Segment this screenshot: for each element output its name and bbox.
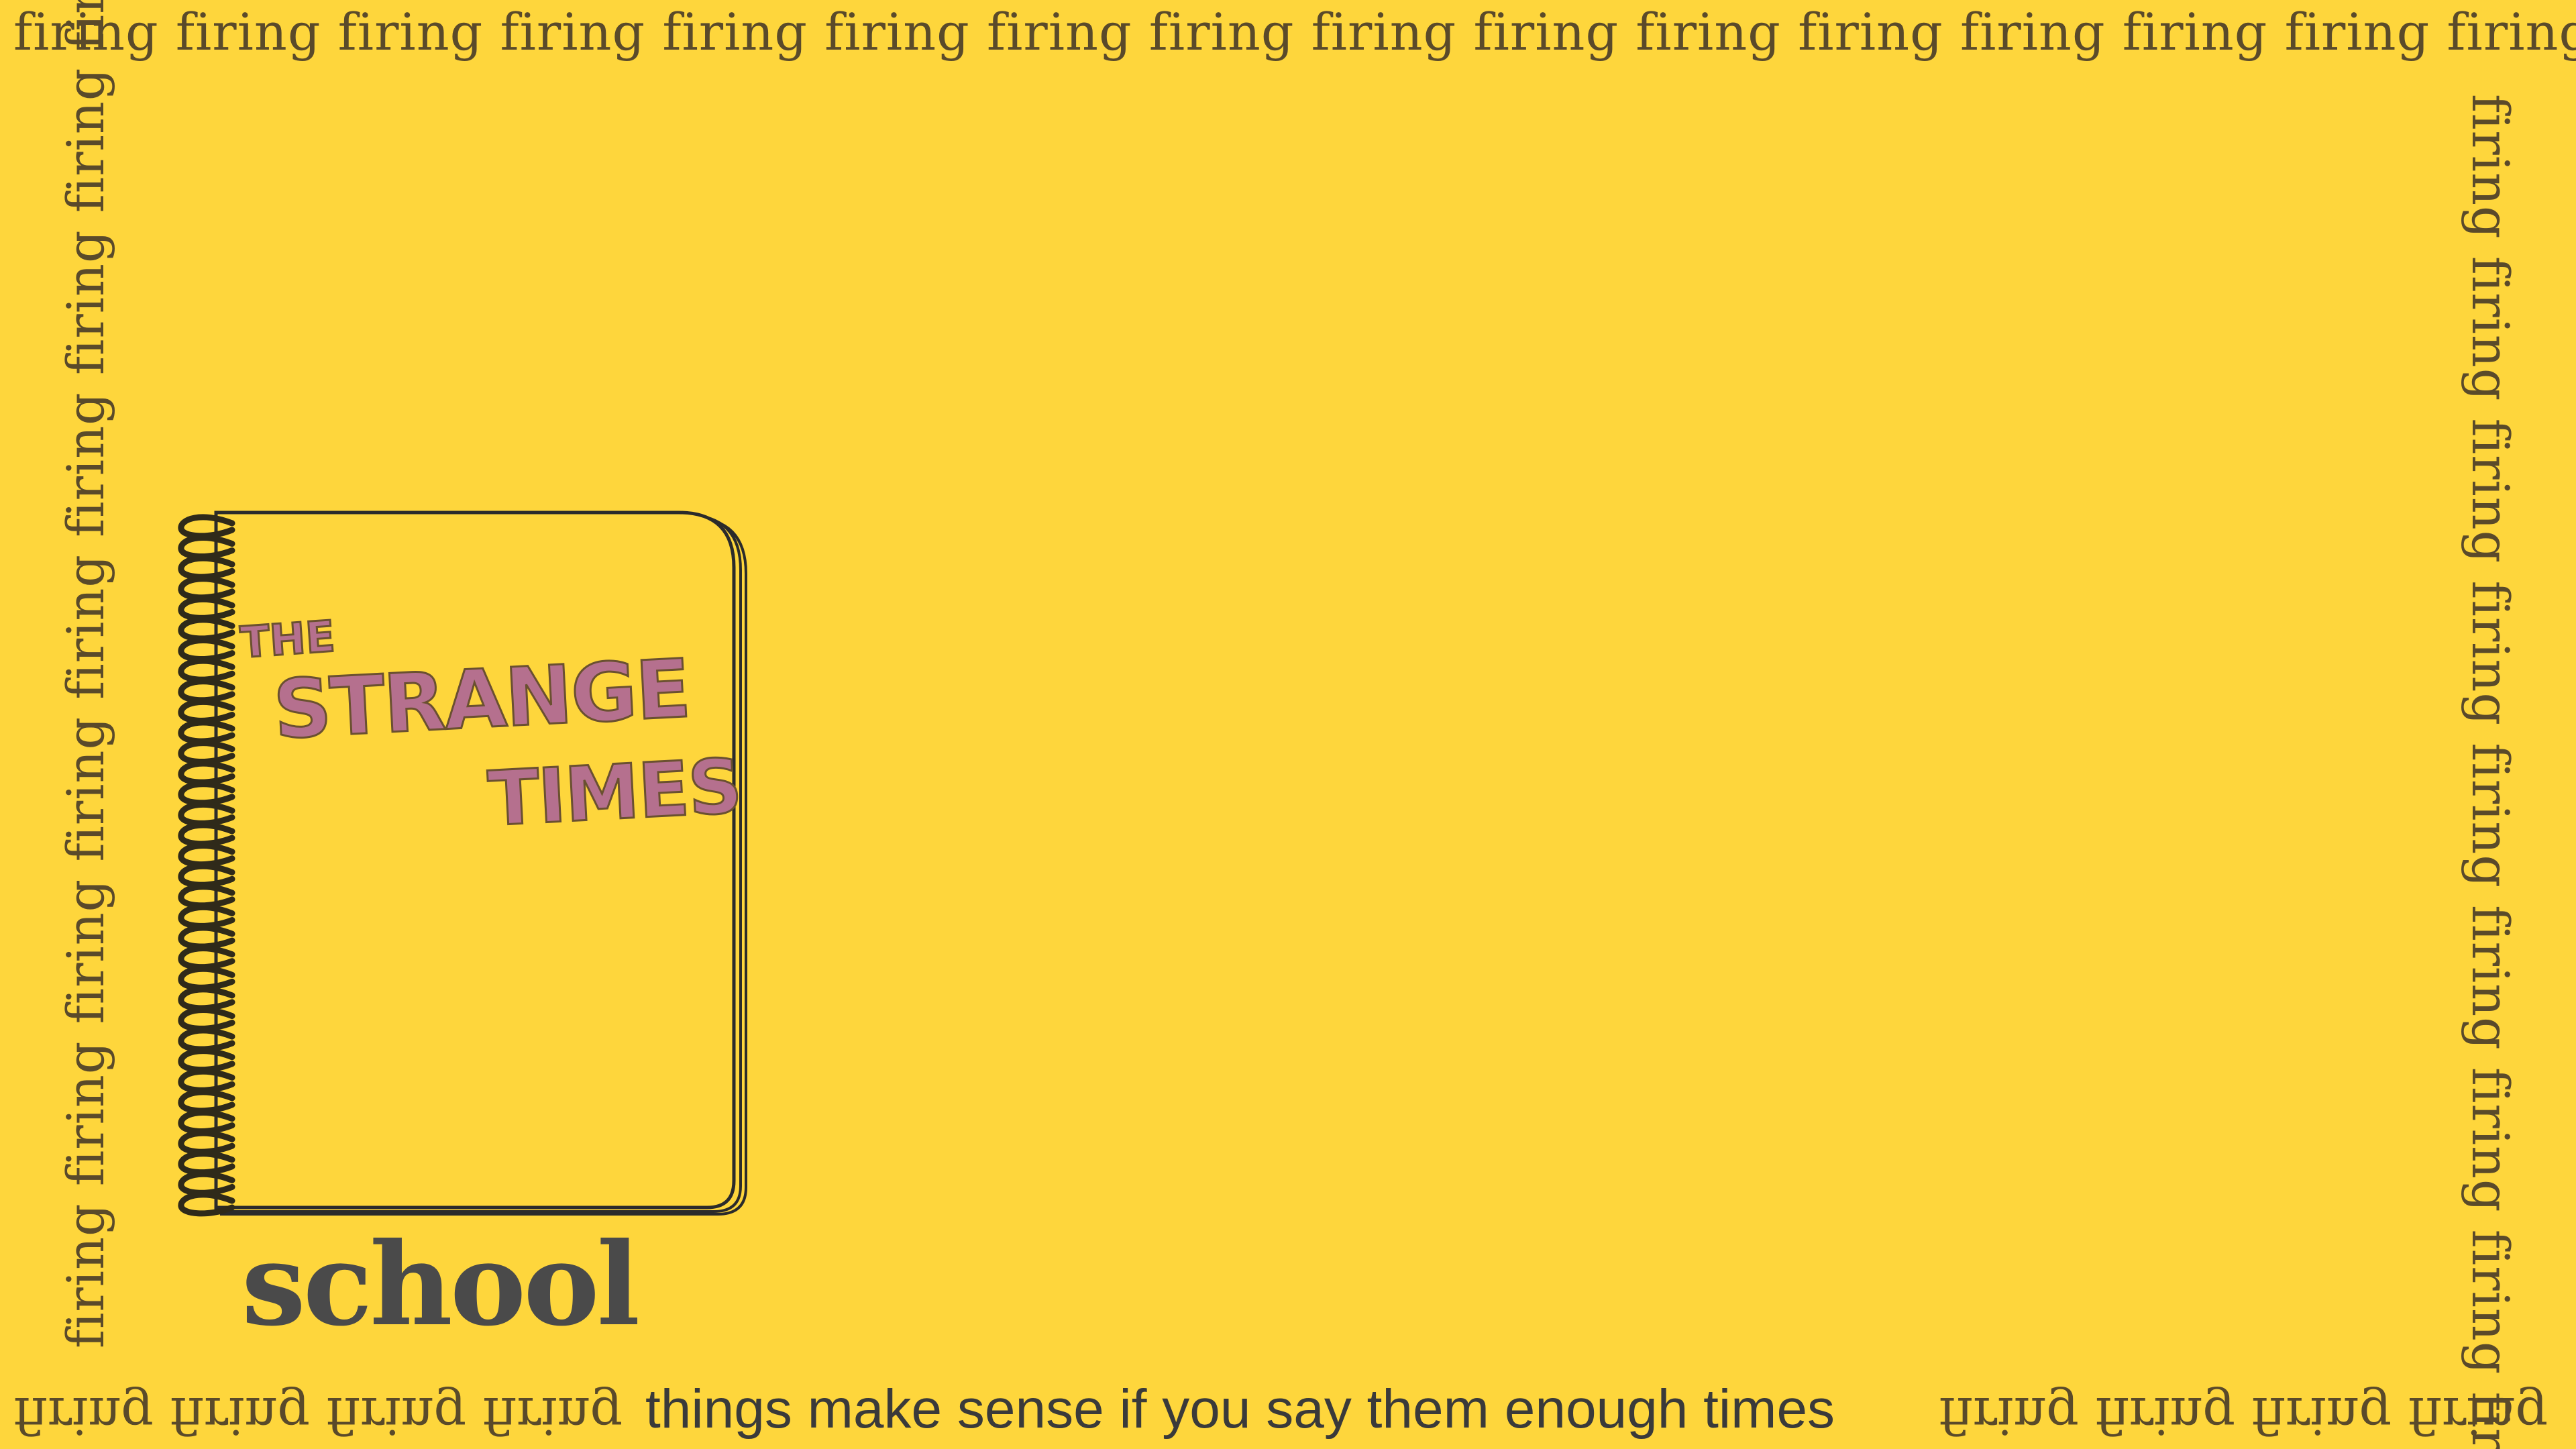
border-right-text: firing firing firing firing firing firin… <box>2461 94 2520 1449</box>
border-left-text: firing firing firing firing firing firin… <box>56 0 115 1348</box>
background-stage: firing firing firing firing firing firin… <box>0 0 2576 1449</box>
cover-title-the: THE <box>239 612 337 668</box>
school-label: school <box>241 1218 640 1352</box>
cover-title-times: TIMES <box>486 743 743 843</box>
border-top-text: firing firing firing firing firing firin… <box>13 2 2576 62</box>
border-bottom-right-text: firing firing firing firing <box>1939 1386 2548 1446</box>
notebook-illustration: THE STRANGE TIMES <box>174 510 751 1221</box>
tagline-text: things make sense if you say them enough… <box>645 1379 1835 1440</box>
border-bottom-left-text: firing firing firing firing <box>13 1386 623 1446</box>
